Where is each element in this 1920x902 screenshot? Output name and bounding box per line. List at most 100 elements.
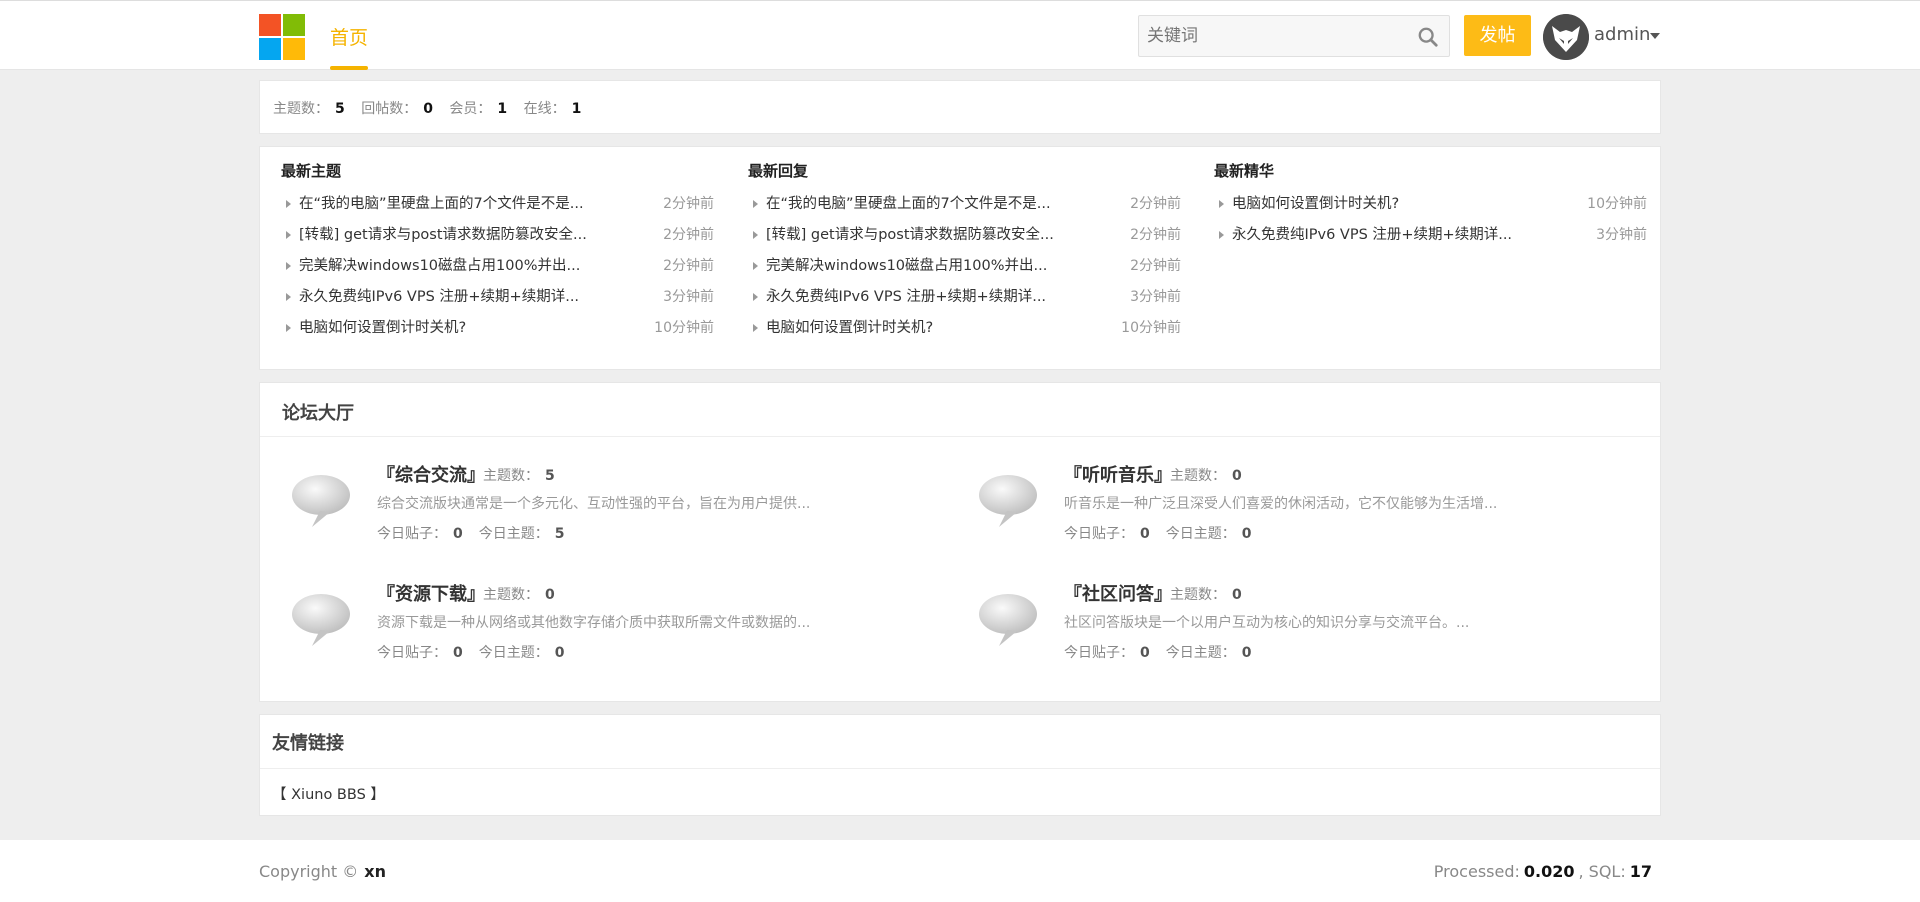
caret-right-icon — [286, 200, 291, 208]
topic-title[interactable]: 电脑如何设置倒计时关机? — [766, 313, 1066, 344]
site-logo[interactable] — [259, 14, 305, 60]
topic-count-value: 5 — [545, 468, 555, 484]
column-title: 最新回复 — [748, 162, 809, 180]
chat-bubble-icon — [979, 475, 1037, 527]
post-time: 2分钟前 — [1130, 227, 1181, 243]
topic-count-label: 主题数： — [483, 468, 539, 484]
topic-count-value: 0 — [545, 587, 555, 603]
caret-right-icon — [753, 231, 758, 239]
board-name[interactable]: 『资源下载』 — [377, 580, 485, 606]
post-time: 10分钟前 — [654, 320, 714, 336]
caret-right-icon — [1219, 231, 1224, 239]
board-card[interactable]: 『听听音乐』 主题数： 0 听音乐是一种广泛且深受人们喜爱的休闲活动，它不仅能够为… — [947, 453, 1587, 553]
topic-count-value: 0 — [1232, 468, 1242, 484]
avatar-icon — [1543, 14, 1589, 60]
latest-replies-column: 最新回复 在“我的电脑”里硬盘上面的7个文件是不是... 2分钟前 [转载] ge… — [748, 159, 1181, 344]
board-topic-count: 主题数： 0 — [1170, 584, 1242, 604]
chevron-down-icon[interactable] — [1650, 33, 1660, 39]
featured-column: 最新精华 电脑如何设置倒计时关机? 10分钟前 永久免费纯IPv6 VPS 注册+… — [1214, 159, 1647, 251]
list-item[interactable]: 完美解决windows10磁盘占用100%并出... 2分钟前 — [281, 251, 714, 282]
list-item[interactable]: [转载] get请求与post请求数据防篡改安全... 2分钟前 — [748, 220, 1181, 251]
caret-right-icon — [286, 324, 291, 332]
post-time: 2分钟前 — [663, 196, 714, 212]
board-card[interactable]: 『资源下载』 主题数： 0 资源下载是一种从网络或其他数字存储介质中获取所需文件或… — [260, 572, 900, 672]
post-time: 2分钟前 — [1130, 258, 1181, 274]
list-item[interactable]: 永久免费纯IPv6 VPS 注册+续期+续期详... 3分钟前 — [748, 282, 1181, 313]
copyright: Copyright © xn — [259, 862, 386, 881]
board-description: 综合交流版块通常是一个多元化、互动性强的平台，旨在为用户提供... — [377, 496, 811, 512]
list-item[interactable]: 在“我的电脑”里硬盘上面的7个文件是不是... 2分钟前 — [281, 189, 714, 220]
friend-link[interactable]: 【 Xiuno BBS 】 — [272, 787, 385, 803]
list-item[interactable]: [转载] get请求与post请求数据防篡改安全... 2分钟前 — [281, 220, 714, 251]
search-icon[interactable] — [1417, 26, 1439, 48]
sql-label: , SQL: — [1578, 862, 1626, 881]
board-name[interactable]: 『听听音乐』 — [1064, 461, 1172, 487]
caret-right-icon — [753, 293, 758, 301]
user-menu-name[interactable]: admin — [1594, 24, 1650, 45]
board-name[interactable]: 『综合交流』 — [377, 461, 485, 487]
topic-count-label: 主题数： — [483, 587, 539, 603]
post-time: 2分钟前 — [663, 227, 714, 243]
friend-links-list: 【 Xiuno BBS 】 — [260, 769, 1660, 818]
topic-title[interactable]: 永久免费纯IPv6 VPS 注册+续期+续期详... — [1232, 220, 1532, 251]
stat-replies-value: 0 — [423, 101, 433, 117]
column-title: 最新主题 — [281, 162, 342, 180]
nav-home-link[interactable]: 首页 — [330, 23, 368, 50]
topic-count-label: 主题数： — [1170, 587, 1226, 603]
post-time: 3分钟前 — [663, 289, 714, 305]
board-today-stats: 今日贴子： 0 今日主题： 0 — [377, 642, 581, 662]
topic-title[interactable]: 完美解决windows10磁盘占用100%并出... — [766, 251, 1066, 282]
topic-title[interactable]: 在“我的电脑”里硬盘上面的7个文件是不是... — [299, 189, 599, 220]
topic-title[interactable]: [转载] get请求与post请求数据防篡改安全... — [766, 220, 1066, 251]
caret-right-icon — [286, 231, 291, 239]
column-title: 最新精华 — [1214, 162, 1275, 180]
list-item[interactable]: 电脑如何设置倒计时关机? 10分钟前 — [281, 313, 714, 344]
caret-right-icon — [753, 262, 758, 270]
topic-title[interactable]: 永久免费纯IPv6 VPS 注册+续期+续期详... — [766, 282, 1066, 313]
search-input[interactable] — [1139, 16, 1399, 56]
topic-title[interactable]: [转载] get请求与post请求数据防篡改安全... — [299, 220, 599, 251]
new-post-button[interactable]: 发帖 — [1464, 15, 1531, 56]
stat-topics-value: 5 — [335, 101, 345, 117]
post-time: 3分钟前 — [1596, 227, 1647, 243]
today-topics-value: 5 — [554, 526, 565, 542]
top-navbar: 首页 发帖 admin — [0, 0, 1920, 70]
today-topics-value: 0 — [554, 645, 565, 661]
topic-title[interactable]: 电脑如何设置倒计时关机? — [299, 313, 599, 344]
today-posts-value: 0 — [1140, 526, 1150, 542]
today-topics-value: 0 — [1241, 645, 1252, 661]
friend-links-panel: 友情链接 【 Xiuno BBS 】 — [259, 714, 1661, 816]
board-description: 听音乐是一种广泛且深受人们喜爱的休闲活动，它不仅能够为生活增... — [1064, 496, 1498, 512]
list-item[interactable]: 永久免费纯IPv6 VPS 注册+续期+续期详... 3分钟前 — [1214, 220, 1647, 251]
today-topics-label: 今日主题： — [478, 526, 549, 542]
topic-title[interactable]: 永久免费纯IPv6 VPS 注册+续期+续期详... — [299, 282, 599, 313]
today-topics-label: 今日主题： — [1165, 645, 1236, 661]
board-card[interactable]: 『综合交流』 主题数： 5 综合交流版块通常是一个多元化、互动性强的平台，旨在为用… — [260, 453, 900, 553]
latest-topics-column: 最新主题 在“我的电脑”里硬盘上面的7个文件是不是... 2分钟前 [转载] ge… — [281, 159, 714, 344]
copyright-label: Copyright © — [259, 862, 359, 881]
user-avatar[interactable] — [1543, 14, 1589, 60]
today-topics-label: 今日主题： — [478, 645, 549, 661]
board-today-stats: 今日贴子： 0 今日主题： 5 — [377, 523, 581, 543]
topic-title[interactable]: 完美解决windows10磁盘占用100%并出... — [299, 251, 599, 282]
site-stats-bar: 主题数： 5 回帖数： 0 会员： 1 在线： 1 — [259, 80, 1661, 134]
board-today-stats: 今日贴子： 0 今日主题： 0 — [1064, 642, 1268, 662]
today-posts-value: 0 — [453, 526, 463, 542]
processed-value: 0.020 — [1523, 862, 1575, 881]
list-item[interactable]: 永久免费纯IPv6 VPS 注册+续期+续期详... 3分钟前 — [281, 282, 714, 313]
topic-title[interactable]: 在“我的电脑”里硬盘上面的7个文件是不是... — [766, 189, 1066, 220]
chat-bubble-icon — [979, 594, 1037, 646]
copyright-name[interactable]: xn — [364, 862, 386, 881]
list-item[interactable]: 完美解决windows10磁盘占用100%并出... 2分钟前 — [748, 251, 1181, 282]
board-name[interactable]: 『社区问答』 — [1064, 580, 1172, 606]
topic-title[interactable]: 电脑如何设置倒计时关机? — [1232, 189, 1532, 220]
board-card[interactable]: 『社区问答』 主题数： 0 社区问答版块是一个以用户互动为核心的知识分享与交流平台… — [947, 572, 1587, 672]
list-item[interactable]: 电脑如何设置倒计时关机? 10分钟前 — [1214, 189, 1647, 220]
list-item[interactable]: 电脑如何设置倒计时关机? 10分钟前 — [748, 313, 1181, 344]
post-time: 10分钟前 — [1587, 196, 1647, 212]
caret-right-icon — [286, 293, 291, 301]
latest-panel: 最新主题 在“我的电脑”里硬盘上面的7个文件是不是... 2分钟前 [转载] ge… — [259, 146, 1661, 370]
caret-right-icon — [286, 262, 291, 270]
stat-members-value: 1 — [497, 101, 508, 117]
list-item[interactable]: 在“我的电脑”里硬盘上面的7个文件是不是... 2分钟前 — [748, 189, 1181, 220]
